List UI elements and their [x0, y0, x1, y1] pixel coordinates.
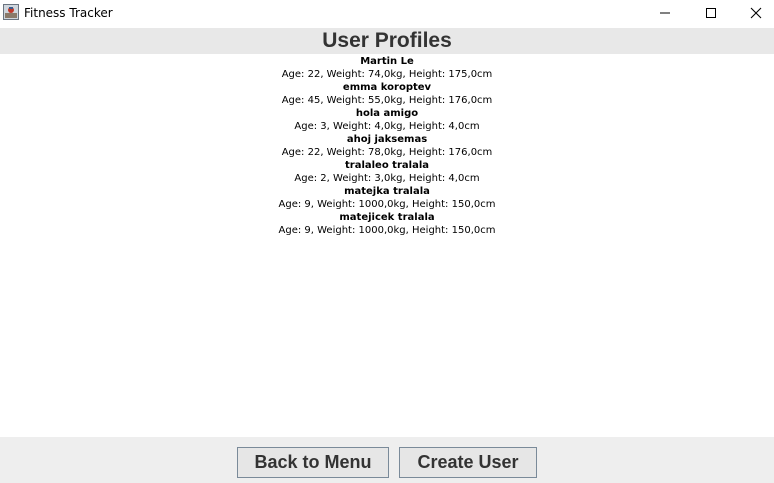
- profile-details: Age: 45, Weight: 55,0kg, Height: 176,0cm: [281, 95, 493, 106]
- profile-name: Martin Le: [360, 56, 414, 67]
- window-title: Fitness Tracker: [24, 6, 113, 20]
- profile-name: tralaleo tralala: [344, 160, 429, 171]
- profile-name: matejicek tralala: [339, 212, 435, 223]
- title-bar[interactable]: Fitness Tracker: [0, 0, 774, 28]
- maximize-button[interactable]: [688, 0, 734, 26]
- profiles-panel: Martin Le Age: 22, Weight: 74,0kg, Heigh…: [0, 54, 774, 437]
- profile-name: emma koroptev: [342, 82, 432, 93]
- app-icon: [3, 4, 19, 20]
- profile-item: matejicek tralala Age: 9, Weight: 1000,0…: [0, 211, 774, 237]
- app-window: Fitness Tracker User Profiles Martin Le …: [0, 0, 774, 483]
- profile-details: Age: 3, Weight: 4,0kg, Height: 4,0cm: [294, 121, 480, 132]
- minimize-icon: [660, 12, 670, 14]
- profile-details: Age: 2, Weight: 3,0kg, Height: 4,0cm: [294, 173, 480, 184]
- profile-details: Age: 22, Weight: 74,0kg, Height: 175,0cm: [281, 69, 493, 80]
- profile-item: hola amigo Age: 3, Weight: 4,0kg, Height…: [0, 107, 774, 133]
- create-user-button[interactable]: Create User: [399, 447, 537, 478]
- close-icon: [750, 7, 762, 19]
- profile-details: Age: 9, Weight: 1000,0kg, Height: 150,0c…: [278, 199, 496, 210]
- profile-item: tralaleo tralala Age: 2, Weight: 3,0kg, …: [0, 159, 774, 185]
- profile-details: Age: 22, Weight: 78,0kg, Height: 176,0cm: [281, 147, 493, 158]
- minimize-button[interactable]: [642, 0, 688, 26]
- profile-name: matejka tralala: [344, 186, 430, 197]
- profile-details: Age: 9, Weight: 1000,0kg, Height: 150,0c…: [278, 225, 496, 236]
- close-button[interactable]: [733, 0, 774, 26]
- profile-item: emma koroptev Age: 45, Weight: 55,0kg, H…: [0, 81, 774, 107]
- page-title: User Profiles: [322, 29, 452, 52]
- profile-name: hola amigo: [355, 108, 419, 119]
- profile-item: Martin Le Age: 22, Weight: 74,0kg, Heigh…: [0, 55, 774, 81]
- back-to-menu-button[interactable]: Back to Menu: [237, 447, 389, 478]
- maximize-icon: [706, 8, 716, 18]
- profile-item: ahoj jaksemas Age: 22, Weight: 78,0kg, H…: [0, 133, 774, 159]
- page-header: User Profiles: [0, 28, 774, 54]
- profile-name: ahoj jaksemas: [346, 134, 428, 145]
- profile-list: Martin Le Age: 22, Weight: 74,0kg, Heigh…: [0, 54, 774, 237]
- footer-bar: Back to Menu Create User: [0, 437, 774, 483]
- profile-item: matejka tralala Age: 9, Weight: 1000,0kg…: [0, 185, 774, 211]
